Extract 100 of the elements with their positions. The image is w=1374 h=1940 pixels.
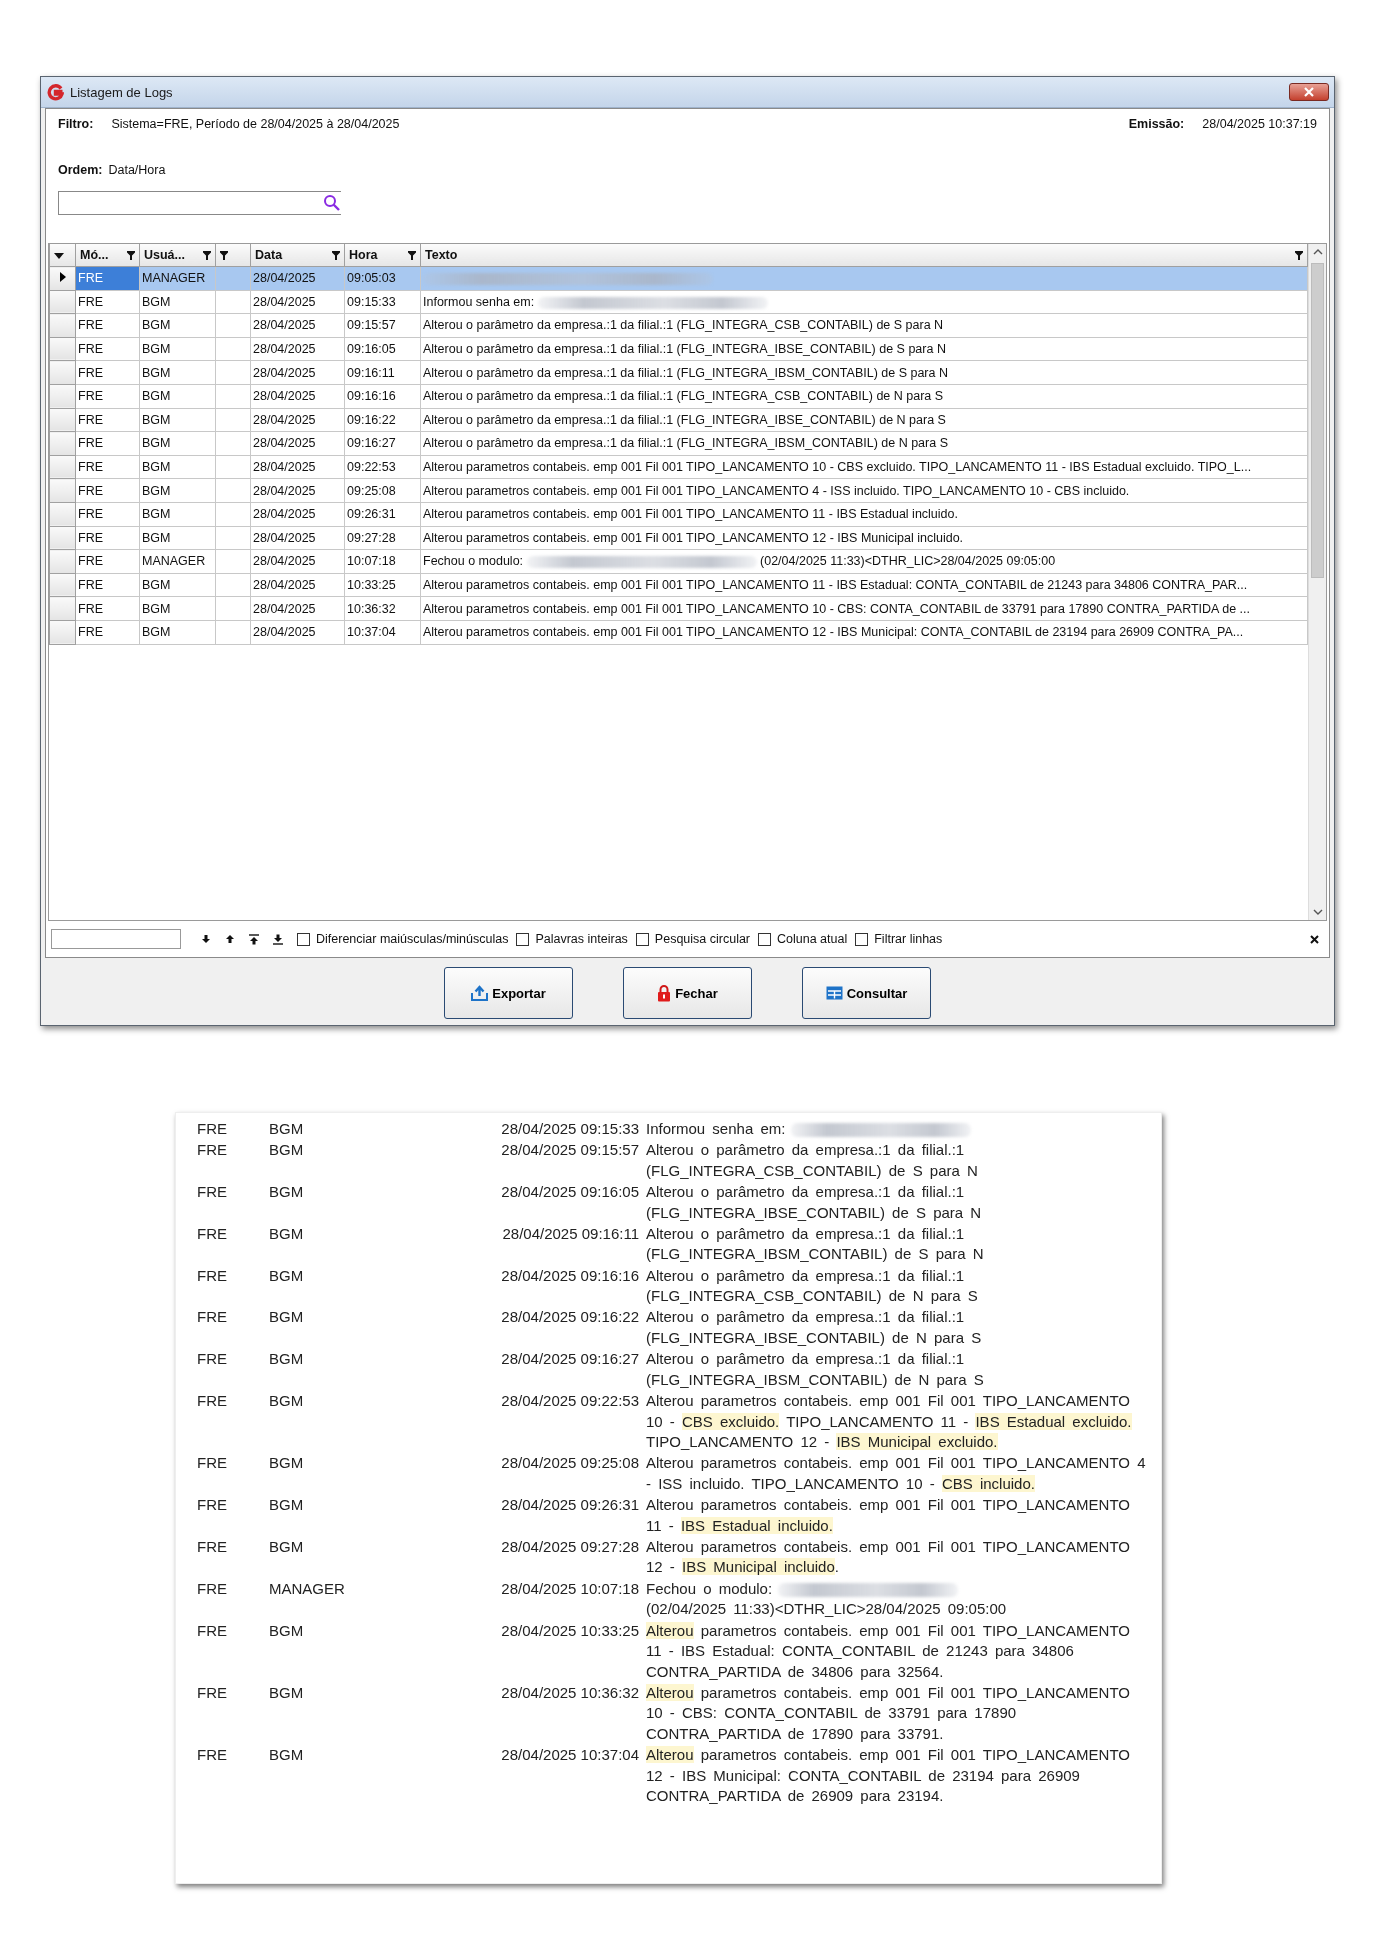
log-user: BGM <box>269 1265 305 1286</box>
find-field[interactable] <box>51 929 181 949</box>
column-header[interactable]: Data <box>255 248 283 262</box>
cell-text: Alterou o parâmetro da empresa.:1 da filial.:1 (FLG_INTEGRA_IBSE_CONTABIL) de N para S <box>423 412 946 427</box>
filter-icon[interactable] <box>127 250 135 260</box>
table-cell: 10:36:32 <box>344 596 421 621</box>
table-cell: BGM <box>139 337 216 361</box>
close-icon[interactable] <box>1310 934 1319 944</box>
table-cell: 28/04/2025 <box>250 337 345 361</box>
search-field[interactable] <box>58 191 341 215</box>
search-icon[interactable] <box>323 194 341 212</box>
action-button[interactable]: Consultar <box>802 967 931 1019</box>
issued-value: 28/04/2025 10:37:19 <box>1202 117 1317 131</box>
log-datetime: 28/04/2025 09:16:22 <box>500 1307 639 1328</box>
checkbox[interactable]: Palavras inteiras <box>516 932 628 946</box>
cell-text: Alterou o parâmetro da empresa.:1 da filial.:1 (FLG_INTEGRA_CSB_CONTABIL) de S para N <box>423 318 944 333</box>
cell-text: Alterou parametros contabeis. emp 001 Fil 001 TIPO_LANCAMENTO 4 - ISS incluido. TIPO_LANCAMENTO 10 - CBS incluido. <box>423 483 1130 498</box>
log-datetime: 28/04/2025 09:22:53 <box>500 1391 639 1412</box>
log-module: FRE <box>197 1119 228 1139</box>
table-cell: 28/04/2025 <box>250 549 345 574</box>
column-header[interactable]: Texto <box>425 248 458 262</box>
log-module: FRE <box>197 1349 228 1370</box>
log-datetime: 28/04/2025 09:26:31 <box>500 1495 639 1516</box>
log-text: Alterou parametros contabeis. emp 001 Fil 001 TIPO_LANCAMENTO 11 - IBS Estadual: CONTA_CONTABIL de 21243 para 34806 CONTRA_PARTIDA de 34806 para 32564. <box>646 1620 1131 1682</box>
scrollbar[interactable] <box>1308 244 1326 920</box>
log-user: MANAGER <box>269 1578 346 1599</box>
checkbox[interactable]: Diferenciar maiúsculas/minúsculas <box>297 932 509 946</box>
log-text: Alterou o parâmetro da empresa.:1 da filial.:1 (FLG_INTEGRA_IBSE_CONTABIL) de N para S <box>646 1307 983 1348</box>
log-text: Alterou parametros contabeis. emp 001 Fil 001 TIPO_LANCAMENTO 12 - IBS Municipal incluido. <box>646 1536 1131 1578</box>
table-cell: BGM <box>139 431 216 456</box>
log-module: FRE <box>197 1745 228 1766</box>
table-cell: BGM <box>139 455 216 479</box>
table-cell: BGM <box>139 526 216 550</box>
log-user: BGM <box>269 1182 305 1203</box>
log-user: BGM <box>269 1119 305 1139</box>
cell-text: Alterou parametros contabeis. emp 001 Fil 001 TIPO_LANCAMENTO 11 - IBS Estadual: CONTA_CONTABIL de 21243 para 34806 CONTRA_PAR... <box>423 578 1248 592</box>
cell-text: Alterou parametros contabeis. emp 001 Fil 001 TIPO_LANCAMENTO 11 - IBS Estadual incluido. <box>423 507 958 522</box>
filter-icon[interactable] <box>1295 250 1303 260</box>
log-module: FRE <box>197 1536 228 1557</box>
log-text: Alterou o parâmetro da empresa.:1 da filial.:1 (FLG_INTEGRA_IBSM_CONTABIL) de S para N <box>646 1223 985 1265</box>
checkbox[interactable]: Filtrar linhas <box>855 932 943 946</box>
table-cell: 09:22:53 <box>344 455 421 479</box>
arrow-up-icon[interactable] <box>225 934 235 944</box>
log-datetime: 28/04/2025 10:33:25 <box>500 1620 639 1641</box>
sort-caret-icon[interactable] <box>54 253 64 259</box>
table-cell: BGM <box>139 502 216 527</box>
table-cell: 09:05:03 <box>344 266 421 291</box>
table-cell: 28/04/2025 <box>250 431 345 456</box>
table-cell: FRE <box>75 290 140 314</box>
log-user: BGM <box>269 1495 305 1516</box>
issued-label: Emissão: <box>1128 117 1185 131</box>
checkbox[interactable]: Pesquisa circular <box>635 932 751 946</box>
table-cell: 09:26:31 <box>344 502 421 527</box>
log-module: FRE <box>197 1620 228 1641</box>
table-cell: FRE <box>75 360 140 385</box>
arrow-down-icon[interactable] <box>201 934 211 944</box>
filter-icon[interactable] <box>408 250 416 260</box>
log-user: BGM <box>269 1307 305 1328</box>
table-cell: FRE <box>75 455 140 479</box>
log-module: FRE <box>197 1495 228 1516</box>
table-cell: 09:15:33 <box>344 290 421 314</box>
cell-text: Alterou parametros contabeis. emp 001 Fil 001 TIPO_LANCAMENTO 12 - IBS Municipal incluido. <box>423 530 964 545</box>
table-cell: BGM <box>139 384 216 409</box>
log-datetime: 28/04/2025 09:15:57 <box>500 1140 639 1161</box>
checkbox[interactable]: Coluna atual <box>758 932 848 946</box>
log-user: BGM <box>269 1620 305 1641</box>
table-cell: MANAGER <box>139 549 216 574</box>
table-cell: BGM <box>139 290 216 314</box>
cell-text: Alterou parametros contabeis. emp 001 Fil 001 TIPO_LANCAMENTO 10 - CBS excluido. TIPO_LANCAMENTO 11 - IBS Estadual excluido. TIPO_L... <box>423 460 1252 475</box>
table-cell: 10:07:18 <box>344 549 421 574</box>
scroll-down-icon[interactable] <box>1312 909 1323 915</box>
log-module: FRE <box>197 1578 228 1599</box>
table-cell: BGM <box>139 408 216 432</box>
log-text: Alterou parametros contabeis. emp 001 Fil 001 TIPO_LANCAMENTO 12 - IBS Municipal: CONTA_CONTABIL de 23194 para 26909 CONTRA_PARTIDA de 26909 para 23194. <box>646 1745 1131 1807</box>
table-row[interactable]: FRE MANAGER 28/04/2025 09:05:03 <box>49 266 1308 291</box>
log-text: Alterou o parâmetro da empresa.:1 da filial.:1 (FLG_INTEGRA_IBSM_CONTABIL) de N para S <box>646 1349 985 1390</box>
log-text: Alterou parametros contabeis. emp 001 Fil 001 TIPO_LANCAMENTO 10 - CBS excluido. TIPO_LANCAMENTO 11 - IBS Estadual excluido. TIPO_LANCAMENTO 12 - IBS Municipal excluido. <box>646 1391 1133 1453</box>
log-user: BGM <box>269 1391 305 1412</box>
log-datetime: 28/04/2025 09:16:05 <box>500 1182 639 1203</box>
arrow-to-bottom-icon[interactable] <box>273 933 283 945</box>
table-cell: FRE <box>75 431 140 456</box>
table-cell: 10:37:04 <box>344 620 421 644</box>
current-row-icon <box>59 272 66 283</box>
table-cell: 09:16:05 <box>344 337 421 361</box>
table-cell: 09:16:22 <box>344 408 421 432</box>
filter-icon[interactable] <box>332 250 340 260</box>
table-cell: 28/04/2025 <box>250 596 345 621</box>
cell-text: Fechou o modulo: <box>423 554 525 569</box>
table-cell: 28/04/2025 <box>250 502 345 527</box>
action-button[interactable]: Fechar <box>623 967 752 1019</box>
table-cell: BGM <box>139 478 216 503</box>
table-cell: FRE <box>75 573 140 597</box>
action-button[interactable]: Exportar <box>444 967 573 1019</box>
table-cell: FRE <box>75 526 140 550</box>
arrow-to-top-icon[interactable] <box>249 933 259 945</box>
table-cell: 28/04/2025 <box>250 384 345 409</box>
scroll-up-icon[interactable] <box>1312 249 1323 255</box>
close-button[interactable] <box>1289 83 1329 101</box>
table-cell: FRE <box>75 596 140 621</box>
table-cell: BGM <box>139 573 216 597</box>
